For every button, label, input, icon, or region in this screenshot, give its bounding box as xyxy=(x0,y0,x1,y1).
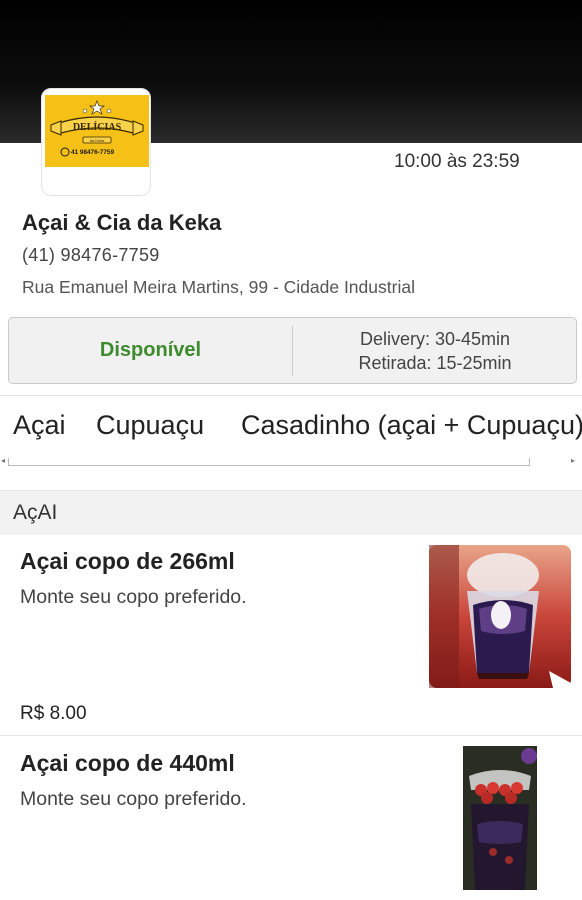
delivery-times: Delivery: 30-45min Retirada: 15-25min xyxy=(293,318,577,383)
product-description: Monte seu copo preferido. xyxy=(20,586,247,608)
status-panel: Disponível Delivery: 30-45min Retirada: … xyxy=(8,317,577,384)
product-item[interactable]: Açai copo de 440ml Monte seu copo prefer… xyxy=(0,736,582,900)
store-address: Rua Emanuel Meira Martins, 99 - Cidade I… xyxy=(22,277,415,297)
tab-cupuacu[interactable]: Cupuaçu xyxy=(96,410,204,441)
tab-casadinho[interactable]: Casadinho (açai + Cupuaçu) xyxy=(241,410,582,441)
tab-acai[interactable]: Açai xyxy=(13,410,66,441)
pickup-time: Retirada: 15-25min xyxy=(358,352,512,373)
product-image xyxy=(429,545,571,688)
product-image xyxy=(463,746,537,890)
store-logo: DELÍCIAS da Keka 41 98476-7759 xyxy=(41,88,151,196)
product-name: Açai copo de 266ml xyxy=(20,548,235,574)
opening-hours: 10:00 às 23:59 xyxy=(394,151,520,172)
category-tabs: Açai Cupuaçu Casadinho (açai + Cupuaçu) xyxy=(0,396,582,458)
store-name: Açai & Cia da Keka xyxy=(22,210,222,235)
section-header: AçAI xyxy=(0,490,582,535)
product-name: Açai copo de 440ml xyxy=(20,750,235,776)
tabs-scrollbar[interactable]: ◂ ▸ xyxy=(0,456,582,469)
logo-phone-text: 41 98476-7759 xyxy=(71,149,114,156)
product-item[interactable]: Açai copo de 266ml Monte seu copo prefer… xyxy=(0,535,582,735)
delivery-time: Delivery: 30-45min xyxy=(359,328,511,349)
store-phone[interactable]: (41) 98476-7759 xyxy=(22,245,160,266)
logo-badge: DELÍCIAS da Keka 41 98476-7759 xyxy=(45,95,149,167)
logo-subtitle-text: da Keka xyxy=(90,138,105,143)
scroll-right-icon[interactable]: ▸ xyxy=(571,456,575,465)
product-price: R$ 8.00 xyxy=(20,703,87,724)
scrollbar-thumb[interactable] xyxy=(8,458,530,466)
product-description: Monte seu copo preferido. xyxy=(20,788,247,810)
section-title: AçAI xyxy=(13,501,58,524)
logo-title-text: DELÍCIAS xyxy=(73,121,122,133)
availability-status: Disponível xyxy=(99,339,202,361)
scroll-left-icon[interactable]: ◂ xyxy=(1,456,5,465)
